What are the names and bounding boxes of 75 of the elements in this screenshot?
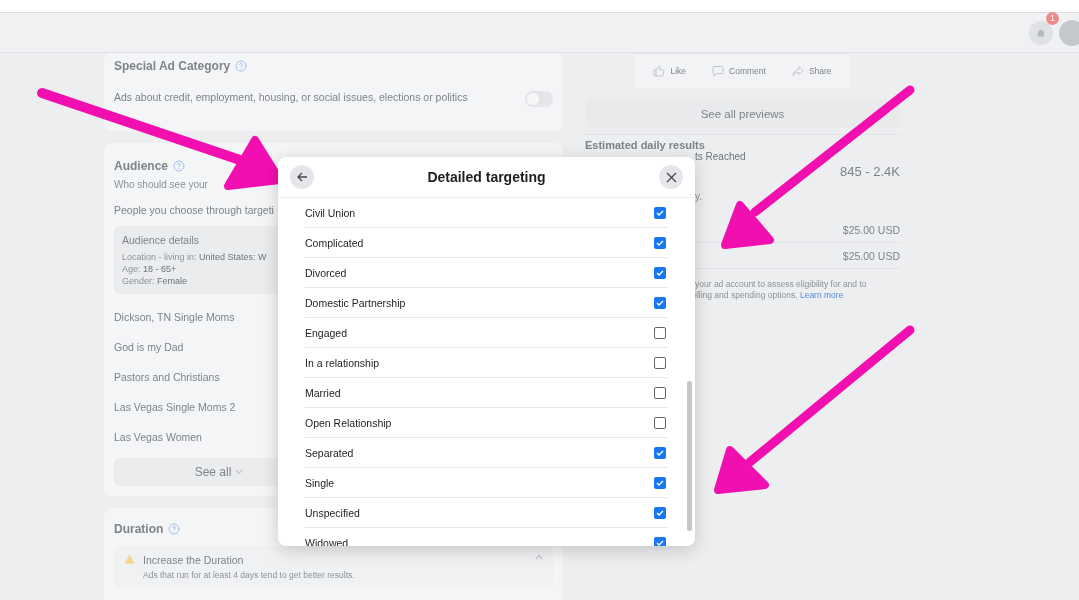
- targeting-option[interactable]: Separated: [305, 438, 668, 468]
- preview-action[interactable]: Share: [791, 65, 832, 77]
- budget-amount: $25.00 USD: [842, 223, 900, 236]
- dialog-title: Detailed targeting: [427, 169, 546, 185]
- check-icon: [656, 269, 664, 276]
- details-line: Age: 18 - 65+: [122, 264, 177, 274]
- checkbox[interactable]: [654, 506, 666, 519]
- checkbox[interactable]: [654, 446, 666, 459]
- warning-title: Increase the Duration: [143, 554, 245, 566]
- preview-action[interactable]: Comment: [712, 65, 766, 77]
- warning-text: Ads that run for at least 4 days tend to get better results.: [143, 570, 356, 580]
- checkbox[interactable]: [654, 236, 666, 249]
- text-fragment: y.: [695, 191, 703, 202]
- budget-amount: $25.00 USD: [842, 249, 900, 262]
- section-title: Duration: [114, 522, 164, 536]
- details-line: Location - living in: United States: W: [122, 252, 267, 262]
- speech-bubble-icon: [712, 65, 725, 77]
- targeting-option[interactable]: Civil Union: [305, 198, 668, 228]
- checkbox[interactable]: [654, 536, 666, 546]
- audience-choice: People you choose through targeti: [114, 204, 274, 216]
- back-arrow-icon: [296, 172, 308, 182]
- reach-label: ts Reached: [695, 151, 746, 162]
- check-icon: [656, 449, 664, 456]
- help-icon: [173, 160, 185, 172]
- checkbox[interactable]: [654, 296, 666, 309]
- saved-audience[interactable]: God is my Dad: [114, 332, 184, 362]
- checkbox[interactable]: [654, 266, 666, 279]
- back-button[interactable]: [290, 165, 314, 189]
- check-icon: [656, 209, 664, 216]
- saved-audience[interactable]: Las Vegas Women: [114, 422, 202, 452]
- check-icon: [656, 509, 664, 516]
- targeting-option[interactable]: Single: [305, 468, 668, 498]
- thumbs-up-icon: [653, 65, 666, 77]
- targeting-option[interactable]: In a relationship: [305, 348, 668, 378]
- saved-audience[interactable]: Dickson, TN Single Moms: [114, 302, 235, 332]
- targeting-option[interactable]: Engaged: [305, 318, 668, 348]
- checkbox[interactable]: [654, 386, 666, 399]
- details-line: Gender: Female: [122, 276, 188, 286]
- saved-audience[interactable]: Las Vegas Single Moms 2: [114, 392, 236, 422]
- check-icon: [656, 539, 664, 546]
- close-icon: [665, 171, 677, 183]
- targeting-option[interactable]: Married: [305, 378, 668, 408]
- help-icon: [235, 60, 248, 72]
- reach-value: 845 - 2.4K: [840, 163, 900, 179]
- checkbox[interactable]: [654, 356, 666, 369]
- chevron-icon: [535, 554, 543, 560]
- section-title: Special Ad Category: [114, 59, 231, 73]
- targeting-option[interactable]: Open Relationship: [305, 408, 668, 438]
- checkbox[interactable]: [654, 416, 666, 429]
- targeting-option[interactable]: Widowed: [305, 528, 668, 546]
- targeting-option[interactable]: Divorced: [305, 258, 668, 288]
- notification-button[interactable]: [1029, 20, 1053, 45]
- saved-audience[interactable]: Pastors and Christians: [114, 362, 220, 392]
- checkbox[interactable]: [654, 326, 666, 339]
- section-subtitle: Who should see your: [114, 179, 208, 190]
- targeting-option[interactable]: Unspecified: [305, 498, 668, 528]
- warning-icon: [124, 554, 135, 564]
- chevron-icon: [235, 469, 244, 475]
- scrollbar[interactable]: [687, 381, 692, 531]
- section-title: Audience: [114, 159, 168, 173]
- check-icon: [656, 299, 664, 306]
- targeting-option[interactable]: Complicated: [305, 228, 668, 258]
- check-icon: [656, 239, 664, 246]
- checkbox[interactable]: [654, 206, 666, 219]
- details-title: Audience details: [122, 234, 200, 246]
- preview-action[interactable]: Like: [653, 65, 687, 77]
- check-icon: [656, 479, 664, 486]
- help-icon: [168, 523, 181, 535]
- bell-icon: [1036, 27, 1046, 38]
- targeting-option[interactable]: Domestic Partnership: [305, 288, 668, 318]
- results-title: Estimated daily results: [585, 139, 705, 151]
- category-description: Ads about credit, employment, housing, or social issues, elections or politics: [114, 91, 468, 103]
- close-button[interactable]: [659, 165, 683, 189]
- checkbox[interactable]: [654, 476, 666, 489]
- share-arrow-icon: [791, 65, 804, 77]
